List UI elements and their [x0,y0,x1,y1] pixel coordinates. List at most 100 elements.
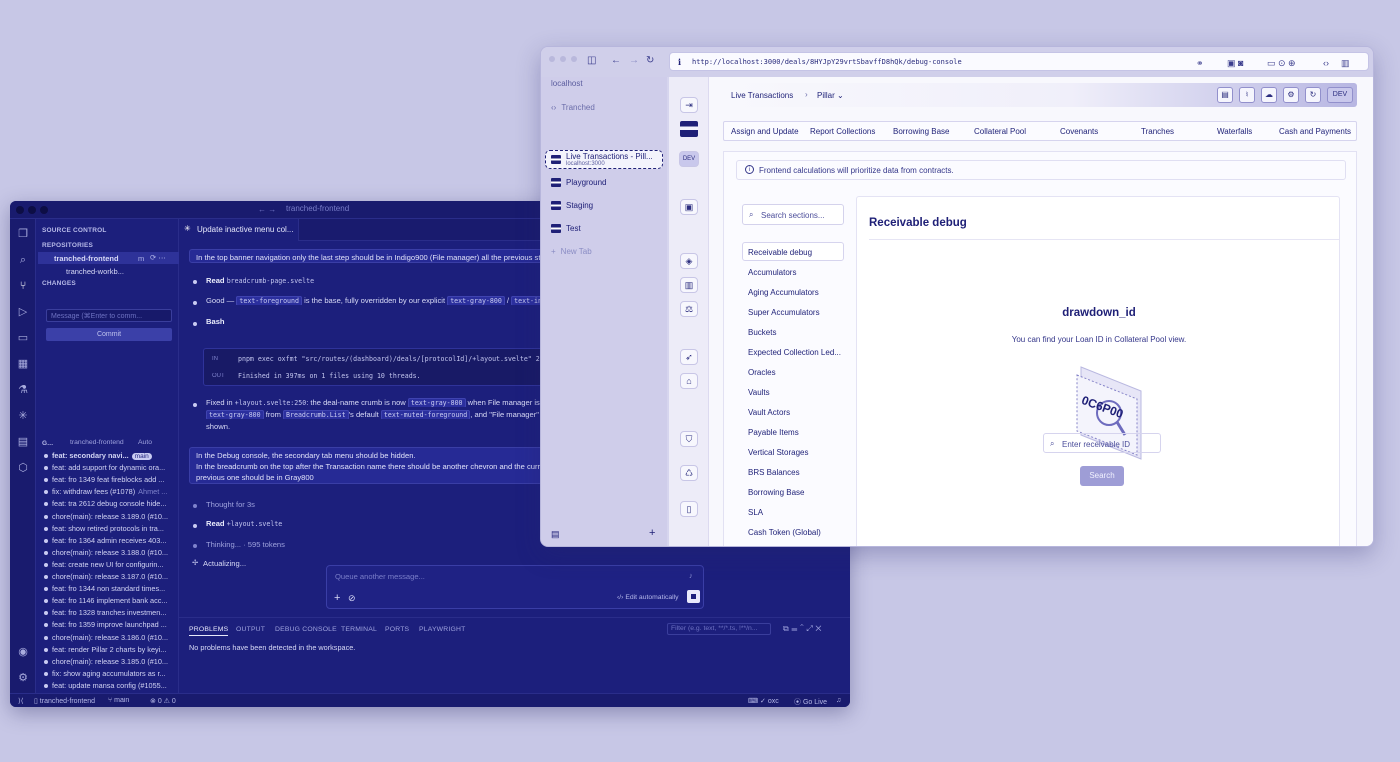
tab-output[interactable]: OUTPUT [236,626,265,633]
maximize-window-button[interactable] [571,56,577,62]
section-item[interactable]: Expected Collection Led... [748,348,841,357]
add-context-icon[interactable]: + [334,592,340,604]
commit-row[interactable]: chore(main): release 3.185.0 (#10... [42,657,177,669]
database-icon[interactable]: ⬡ [16,461,30,475]
bell-off-icon[interactable]: ♮ [1239,87,1255,103]
section-item[interactable]: SLA [748,508,763,517]
tab-report-collections[interactable]: Report Collections [810,127,875,136]
bank-icon[interactable]: ⌂ [680,373,698,389]
commit-row[interactable]: feat: fro 1359 improve launchpad ... [42,620,177,632]
tab-playwright[interactable]: PLAYWRIGHT [419,626,465,633]
new-tab-button[interactable]: + New Tab [551,247,592,256]
edit-automatically-toggle[interactable]: ‹/› Edit automatically [617,594,679,601]
source-control-icon[interactable]: ⑂ [16,279,30,293]
commit-row[interactable]: chore(main): release 3.186.0 (#10... [42,633,177,645]
section-item[interactable]: Super Accumulators [748,308,820,317]
search-button[interactable]: Search [1080,466,1124,486]
status-problems[interactable]: ⊗ 0 ⚠ 0 [150,697,176,705]
repositories-section[interactable]: REPOSITORIES [42,242,93,249]
section-item[interactable]: Accumulators [748,268,796,277]
info-icon[interactable]: i [678,57,681,67]
minimize-window-button[interactable] [28,206,36,214]
shield-icon[interactable]: ⛉ [680,431,698,447]
section-item[interactable]: Vault Actors [748,408,790,417]
dev-badge[interactable]: DEV [1327,87,1353,103]
building-icon[interactable]: ▯ [680,501,698,517]
link-icon[interactable]: ⚭ [1196,57,1204,69]
testing-icon[interactable]: ⚗ [16,383,30,397]
upload-icon[interactable]: ☁ [1261,87,1277,103]
close-window-button[interactable] [16,206,24,214]
tab-waterfalls[interactable]: Waterfalls [1217,127,1252,136]
commit-message-input[interactable]: Message (⌘Enter to comm... [46,309,172,322]
sidebar-item-live-transactions[interactable]: Live Transactions - Pill... localhost:30… [545,150,663,169]
go-live-button[interactable]: ⦿ Go Live [794,697,827,707]
rocket-icon[interactable]: ➶ [680,349,698,365]
sync-icon[interactable]: ⟳ ⋯ [150,253,166,262]
commit-row[interactable]: feat: secondary navi... main [42,451,177,463]
section-item[interactable]: Receivable debug [748,248,812,257]
recycle-icon[interactable]: ♺ [680,465,698,481]
account-icon[interactable]: ◉ [16,645,30,659]
commit-row[interactable]: feat: fro 1349 feat fireblocks add ... [42,475,177,487]
commit-row[interactable]: feat: tra 2612 debug console hide... [42,499,177,511]
commit-row[interactable]: feat: add support for dynamic ora... [42,463,177,475]
downloads-icon[interactable]: ▤ [551,529,560,540]
commit-row[interactable]: feat: fro 1344 non standard times... [42,584,177,596]
tab-collateral-pool[interactable]: Collateral Pool [974,127,1026,136]
devtools-icons[interactable]: ▭ ⊙ ⊕ [1267,57,1296,69]
chart-icon[interactable]: ▤ [16,435,30,449]
section-item[interactable]: Aging Accumulators [748,288,819,297]
microphone-icon[interactable]: ♪ [689,571,693,580]
chat-tab[interactable]: ✳ Update inactive menu col... [179,219,299,241]
tab-ports[interactable]: PORTS [385,626,409,633]
problems-filter-input[interactable]: Filter (e.g. text, **/*.ts, !**/n... [667,623,771,635]
section-item[interactable]: Oracles [748,368,776,377]
breadcrumb-live-transactions[interactable]: Live Transactions [731,91,793,100]
refresh-icon[interactable]: ↻ [1305,87,1321,103]
receivable-id-input[interactable]: ⌕ Enter receivable ID [1043,433,1161,453]
tab-terminal[interactable]: TERMINAL [341,626,377,633]
commit-button[interactable]: Commit [46,328,172,341]
layers-icon[interactable]: ◈ [680,253,698,269]
sidebar-item-playground[interactable]: Playground [551,178,606,188]
forward-icon[interactable]: → [629,55,639,67]
sidebar-item-tranched[interactable]: ‹› Tranched [551,103,595,112]
screenshot-icon[interactable]: ▣ ◙ [1227,57,1243,69]
reload-icon[interactable]: ↻ [646,55,654,67]
gear-icon[interactable]: ⚙ [16,671,30,685]
queue-input[interactable]: Queue another message... [335,572,425,581]
minimize-window-button[interactable] [560,56,566,62]
address-bar[interactable]: i http://localhost:3000/deals/8HYJpY29vr… [669,52,1369,71]
run-debug-icon[interactable]: ▷ [16,305,30,319]
explorer-icon[interactable]: ❐ [16,227,30,241]
tab-problems[interactable]: PROBLEMS [189,626,229,636]
tab-assign-and-update[interactable]: Assign and Update [731,127,799,136]
commit-row[interactable]: fix: withdraw fees (#1078) Ahmet ... [42,487,177,499]
status-branch[interactable]: ⑂ main [108,697,129,704]
tab-tranches[interactable]: Tranches [1141,127,1174,136]
gear-icon[interactable]: ⚙ [1283,87,1299,103]
section-item[interactable]: Vertical Storages [748,448,808,457]
search-icon[interactable]: ⌕ [16,253,30,267]
maximize-window-button[interactable] [40,206,48,214]
tranched-logo[interactable] [680,121,698,137]
tab-covenants[interactable]: Covenants [1060,127,1098,136]
thought-step[interactable]: Thought for 3s [206,500,255,509]
add-tab-icon[interactable]: + [649,527,655,539]
sidebar-toggle-icon[interactable]: ◫ [587,55,596,67]
nav-arrows-icon[interactable]: ← → [258,205,276,214]
commit-row[interactable]: feat: create new UI for configurin... [42,560,177,572]
panel-actions-icon[interactable]: ⧉ ☰ ⌃ ⤢ ✕ [783,624,822,634]
sidebar-item-test[interactable]: Test [551,224,581,234]
commit-row[interactable]: chore(main): release 3.189.0 (#10... [42,512,177,524]
sidebar-item-staging[interactable]: Staging [551,201,593,211]
tab-cash-and-payments[interactable]: Cash and Payments [1279,127,1351,136]
commit-row[interactable]: feat: fro 1146 implement bank acc... [42,596,177,608]
back-icon[interactable]: ← [611,55,621,67]
expand-icon[interactable]: ⇥ [680,97,698,113]
remote-icon[interactable]: ⟩⟨ [18,697,23,705]
stop-button[interactable] [687,590,700,603]
commit-row[interactable]: feat: fro 1328 tranches investmen... [42,608,177,620]
commit-row[interactable]: chore(main): release 3.188.0 (#10... [42,548,177,560]
